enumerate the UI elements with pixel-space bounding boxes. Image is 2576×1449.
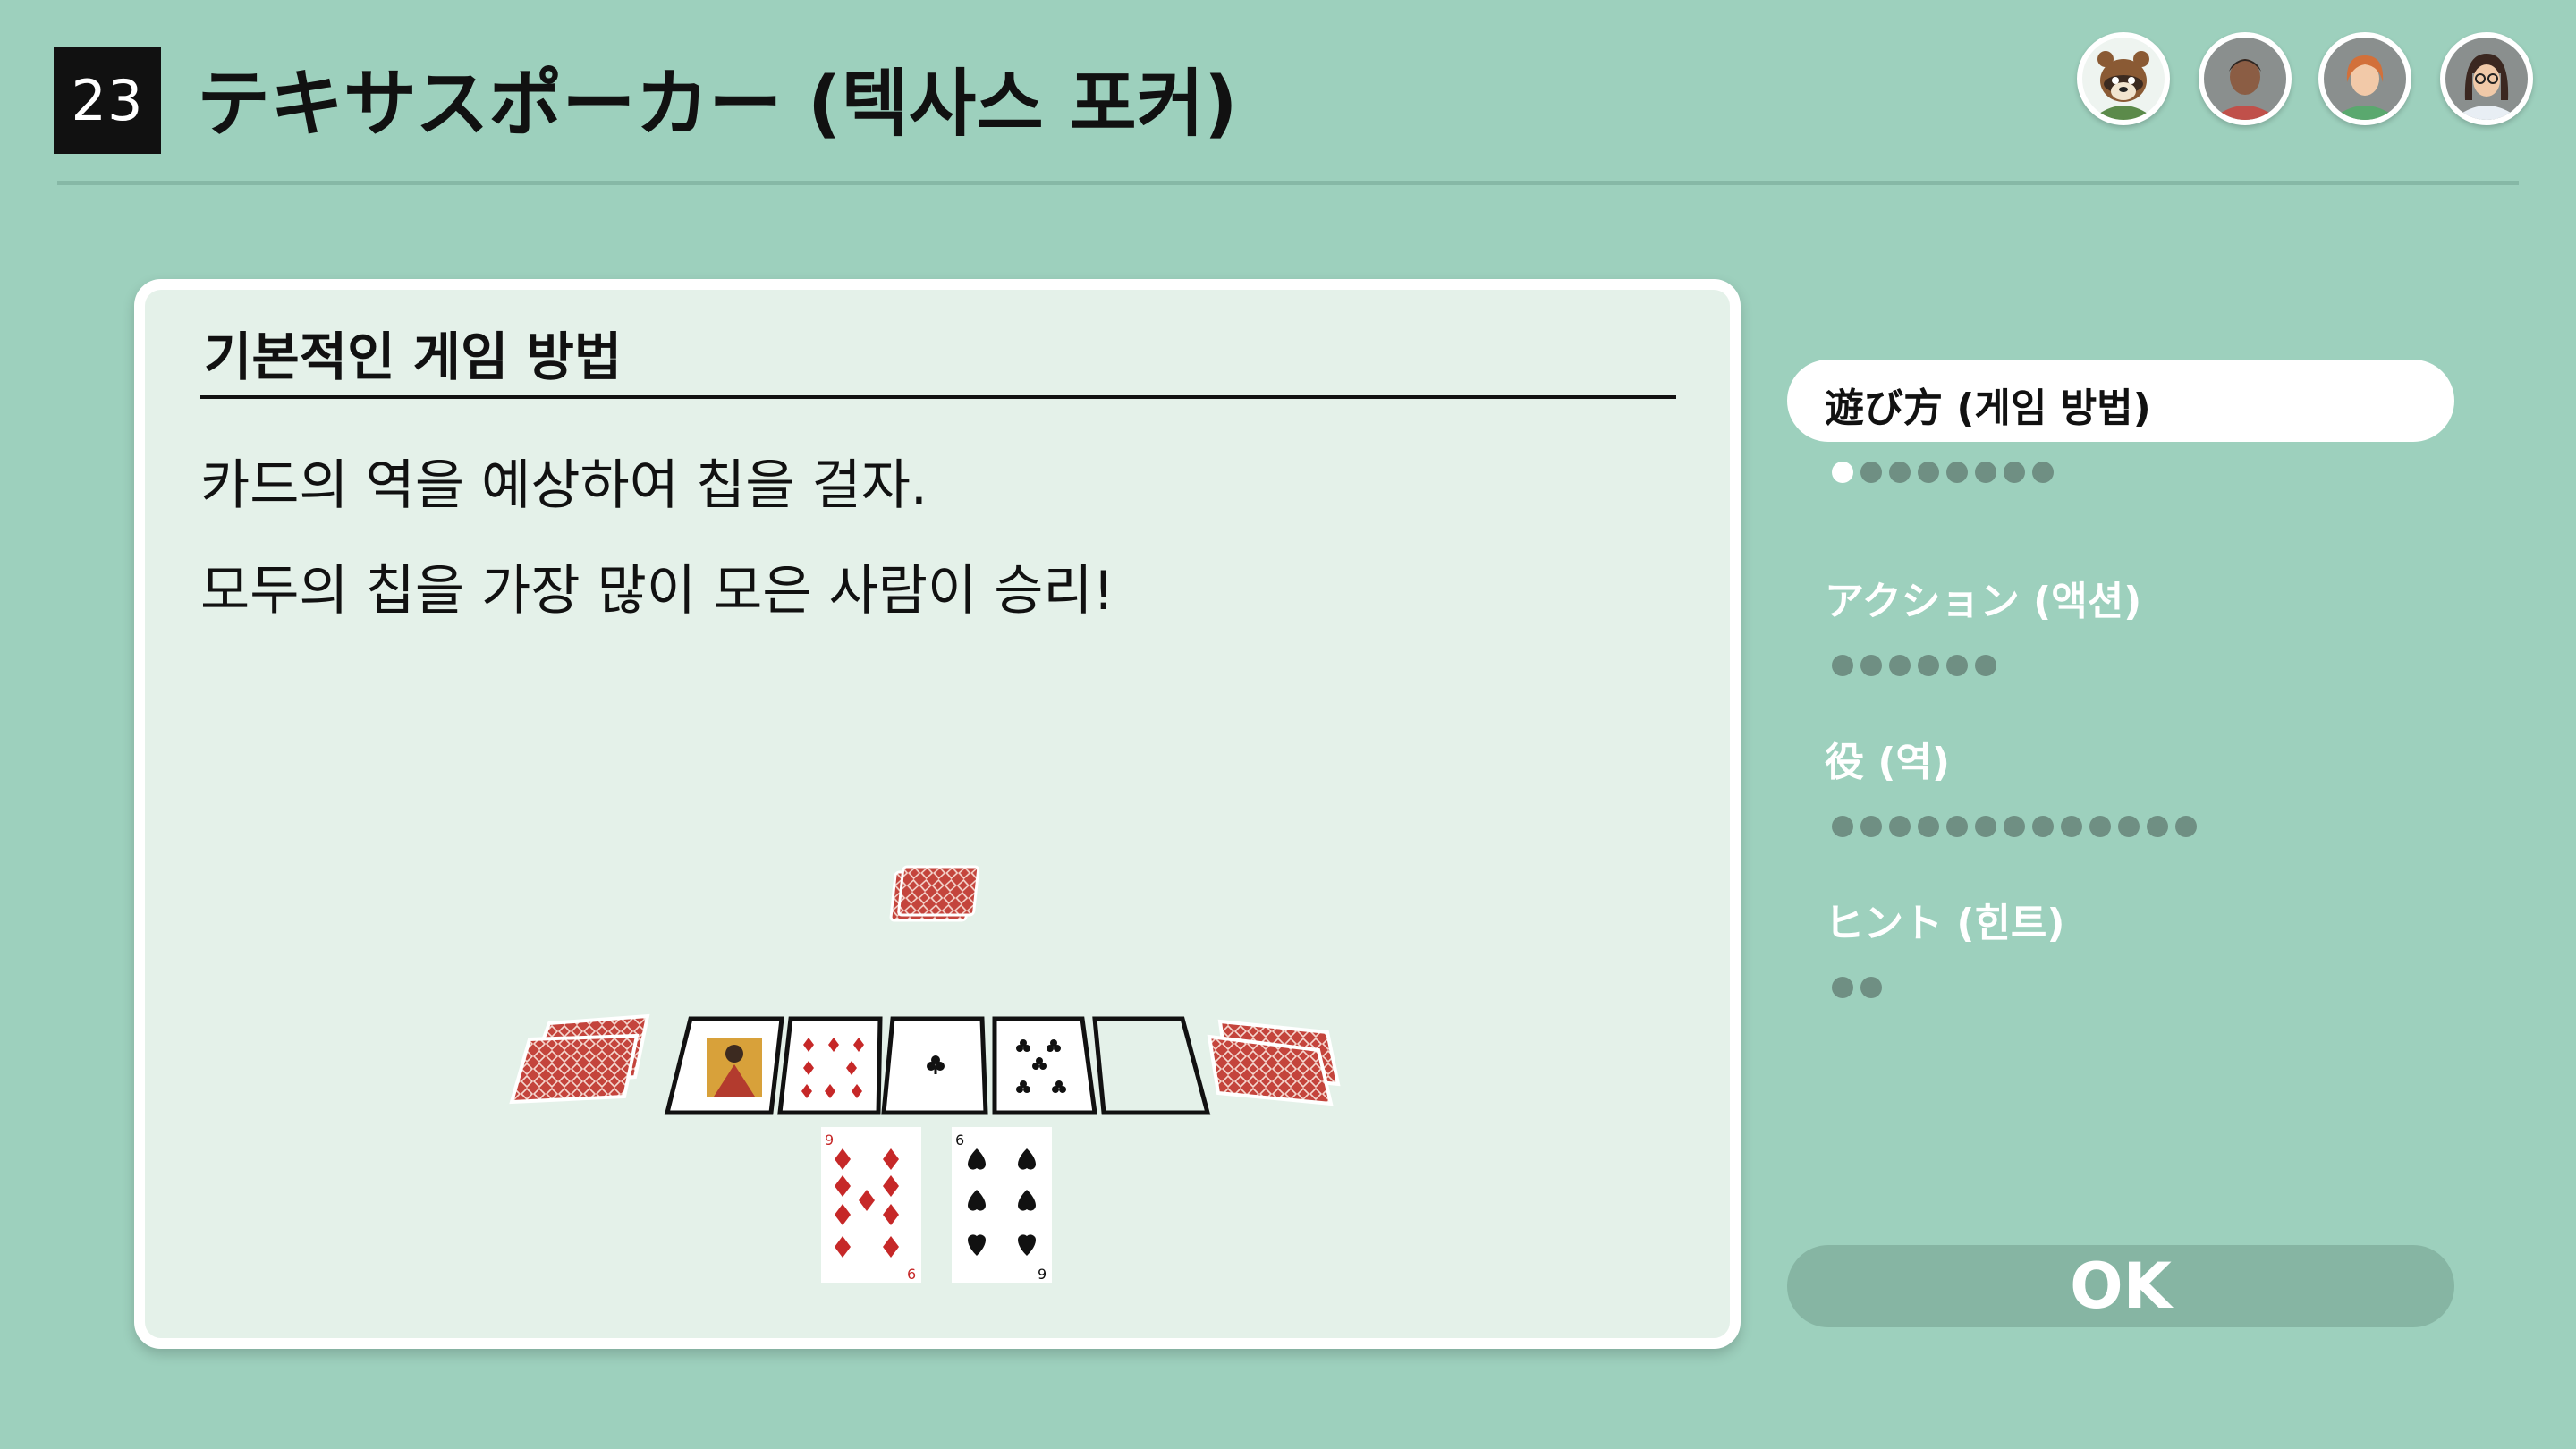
page-dot [1832, 977, 1853, 998]
player-card-nine-diamonds: 9 6 [821, 1127, 921, 1283]
section-title: 기본적인 게임 방법 [204, 326, 623, 387]
page-dot [1918, 462, 1939, 483]
menu-item-hands[interactable]: 役 (역) [1825, 730, 1950, 787]
poker-table-illustration: 9 6 6 9 [509, 865, 1341, 1283]
page-dot [2061, 816, 2082, 837]
orange-hair-player-avatar-icon [2318, 32, 2411, 125]
page-dots-how-to-play [1832, 462, 2054, 483]
page-dots-actions [1832, 655, 1996, 676]
page-dot [1889, 462, 1911, 483]
menu-item-hints[interactable]: ヒント (힌트) [1825, 891, 2065, 948]
page-dot [2032, 462, 2054, 483]
page-dot [2147, 816, 2168, 837]
page-dot [1889, 816, 1911, 837]
player-card-six-spades: 6 9 [952, 1127, 1052, 1283]
game-number-badge: 23 [54, 47, 161, 154]
page-dot [1832, 655, 1853, 676]
svg-text:9: 9 [825, 1131, 834, 1148]
page-dot [1860, 816, 1882, 837]
page-dot [1975, 655, 1996, 676]
page-dot [1918, 655, 1939, 676]
page-dot [1946, 655, 1968, 676]
left-opponent-card-backs [509, 1013, 650, 1105]
page-dot [1860, 462, 1882, 483]
deck-card-back [889, 865, 980, 922]
page-dot [2032, 816, 2054, 837]
page-dot [1860, 977, 1882, 998]
dark-hair-player-avatar-icon [2199, 32, 2292, 125]
page-dot [1975, 462, 1996, 483]
community-card-ace-clubs [881, 1016, 988, 1115]
community-card-queen-diamonds [664, 1016, 784, 1115]
community-card-seven-clubs [992, 1016, 1097, 1115]
menu-item-actions[interactable]: アクション (액션) [1825, 569, 2141, 626]
menu-item-how-to-play-label: 遊び方 (게임 방법) [1825, 386, 2151, 431]
page-dot [2089, 816, 2111, 837]
right-opponent-card-backs [1207, 1019, 1341, 1106]
page-dot [2004, 816, 2025, 837]
page-dot-current [1832, 462, 1853, 483]
page-dots-hands [1832, 816, 2197, 837]
page-dot [2004, 462, 2025, 483]
page-dot [1918, 816, 1939, 837]
community-card-empty-slot [1092, 1016, 1211, 1115]
page-dot [1946, 816, 1968, 837]
page-dot [2118, 816, 2140, 837]
section-divider [200, 395, 1676, 399]
page-dot [1860, 655, 1882, 676]
page-dot [2175, 816, 2197, 837]
page-dot [1946, 462, 1968, 483]
tom-nook-avatar-icon [2077, 32, 2170, 125]
community-card-ten-diamonds [777, 1016, 883, 1115]
page-dots-hints [1832, 977, 1882, 998]
header-divider [57, 181, 2519, 185]
instruction-line-2: 모두의 칩을 가장 많이 모은 사람이 승리! [200, 560, 1114, 623]
game-title: テキサスポーカー (텍사스 포커) [197, 62, 1238, 147]
page-dot [1832, 816, 1853, 837]
instruction-line-1: 카드의 역을 예상하여 칩을 걸자. [200, 454, 928, 517]
page-dot [1975, 816, 1996, 837]
svg-text:6: 6 [955, 1131, 964, 1148]
ok-button[interactable]: OK [1787, 1245, 2454, 1327]
page-dot [1889, 655, 1911, 676]
svg-text:9: 9 [1038, 1266, 1046, 1283]
svg-text:6: 6 [907, 1266, 916, 1283]
instruction-panel: 기본적인 게임 방법 카드의 역을 예상하여 칩을 걸자. 모두의 칩을 가장 … [134, 279, 1741, 1349]
glasses-player-avatar-icon [2440, 32, 2533, 125]
